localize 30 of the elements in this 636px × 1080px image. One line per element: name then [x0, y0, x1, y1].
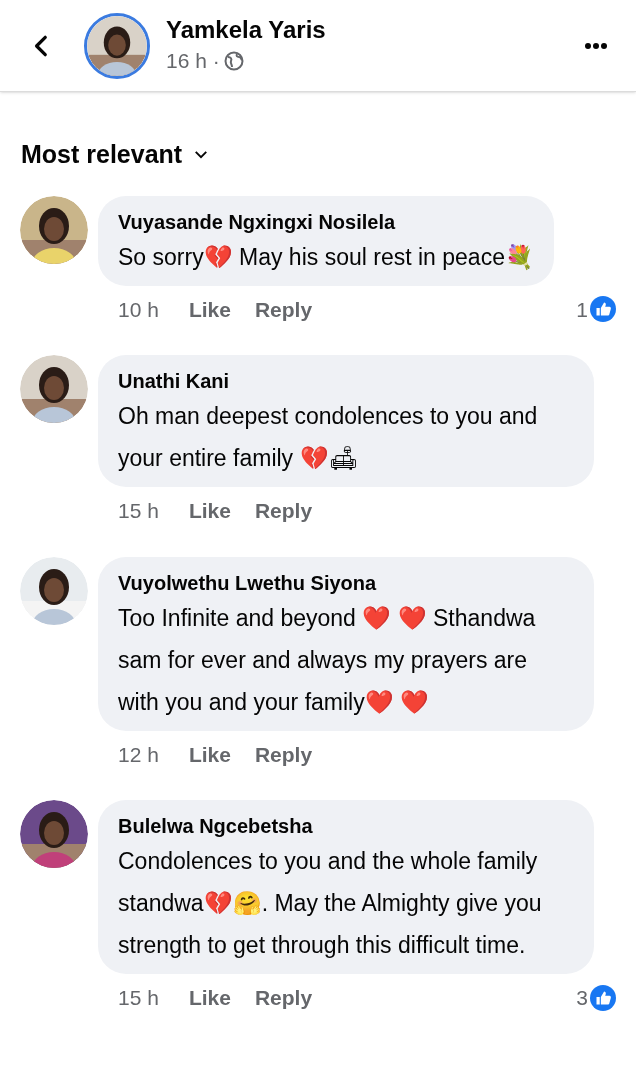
author-name[interactable]: Yamkela Yaris: [166, 14, 326, 45]
comment-text: So sorry💔 May his soul rest in peace💐: [118, 242, 534, 272]
comment-text: Oh man deepest condolences to you and your entire family 💔🛋: [118, 402, 539, 473]
comment-time: 12 h: [118, 741, 159, 768]
comment-time: 15 h: [118, 498, 159, 524]
like-link[interactable]: Like: [188, 293, 231, 325]
comment-text: Condolences to you and the whole family standwa💔🤗. May the Almighty give you strength to get through this difficult time.: [118, 847, 543, 960]
globe-icon: [223, 50, 244, 71]
sort-dropdown[interactable]: Most relevant: [21, 136, 209, 174]
commenter-name[interactable]: Bulelwa Ngcebetsha: [118, 812, 574, 840]
like-link[interactable]: Like: [188, 738, 231, 770]
like-link[interactable]: Like: [188, 982, 231, 1014]
commenter-name[interactable]: Vuyolwethu Lwethu Siyona: [118, 568, 574, 597]
reply-link[interactable]: Reply: [254, 495, 313, 527]
comment-text: Too Infinite and beyond ❤ ❤ Sthandwa sam for ever and always my prayers are with you and your family❤ ❤: [118, 603, 537, 717]
reaction-count: 1: [576, 296, 588, 323]
reply-link[interactable]: Reply: [254, 982, 313, 1014]
like-link[interactable]: Like: [188, 495, 231, 527]
comment-time: 15 h: [118, 985, 159, 1011]
reaction-count: 3: [576, 985, 588, 1011]
comment-time: 10 h: [118, 296, 159, 323]
reply-link[interactable]: Reply: [254, 293, 313, 325]
commenter-name[interactable]: Unathi Kani: [118, 367, 574, 395]
chevron-down-icon: [194, 150, 209, 160]
post-time: 16 h ·: [166, 47, 220, 74]
like-reaction-icon: [590, 296, 616, 323]
reply-link[interactable]: Reply: [254, 738, 313, 770]
commenter-name[interactable]: Vuyasande Ngxingxi Nosilela: [118, 207, 534, 236]
more-icon: [582, 41, 610, 50]
like-reaction-icon: [590, 984, 616, 1011]
